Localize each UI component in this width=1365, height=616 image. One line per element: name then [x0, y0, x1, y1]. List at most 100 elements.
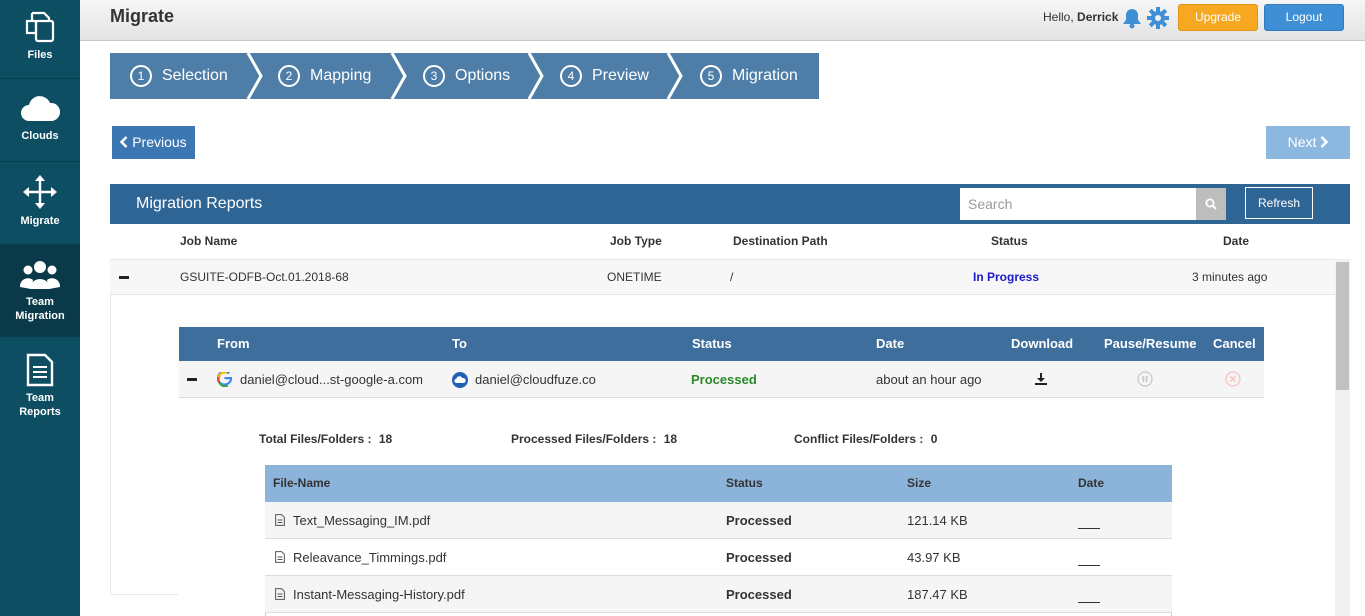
- column-header-download: Download: [1011, 336, 1074, 351]
- sidebar: Files Clouds Migrate Team Migration Team…: [0, 0, 80, 616]
- panel-border: [110, 594, 178, 595]
- step-preview[interactable]: 4 Preview: [560, 53, 649, 99]
- sidebar-item-files[interactable]: Files: [0, 0, 80, 79]
- onedrive-icon: [452, 372, 468, 388]
- sidebar-item-clouds[interactable]: Clouds: [0, 79, 80, 162]
- file-name: Releavance_Timmings.pdf: [293, 550, 447, 565]
- refresh-button[interactable]: Refresh: [1245, 187, 1313, 219]
- step-mapping[interactable]: 2 Mapping: [278, 53, 371, 99]
- column-header-job-type: Job Type: [610, 234, 662, 248]
- migration-from: daniel@cloud...st-google-a.com: [240, 372, 424, 387]
- column-header-status: Status: [692, 336, 732, 351]
- file-name: Text_Messaging_IM.pdf: [293, 513, 431, 528]
- search-button[interactable]: [1196, 188, 1226, 220]
- cancel-icon[interactable]: [1225, 371, 1241, 387]
- team-icon: [20, 261, 60, 289]
- user-greeting: Hello, Derrick: [1043, 10, 1118, 24]
- summary-processed: Processed Files/Folders : 18: [511, 432, 677, 446]
- file-date-empty: [1078, 602, 1100, 603]
- file-icon: [275, 514, 285, 526]
- file-row[interactable]: Instant-Messaging-History.pdf Processed …: [265, 576, 1172, 613]
- file-name: Instant-Messaging-History.pdf: [293, 587, 465, 602]
- next-label: Next: [1287, 134, 1317, 150]
- page-title: Migrate: [110, 6, 175, 26]
- migration-to: daniel@cloudfuze.co: [475, 372, 596, 387]
- file-table-header: File-Name Status Size Date: [265, 465, 1172, 502]
- summary-processed-value: 18: [663, 432, 678, 446]
- step-migration[interactable]: 5 Migration: [700, 53, 798, 99]
- file-status: Processed: [726, 513, 792, 528]
- top-header: Migrate Hello, Derrick Upgrade Logout: [80, 0, 1365, 41]
- step-selection[interactable]: 1 Selection: [130, 53, 228, 99]
- step-label: Selection: [162, 67, 228, 84]
- sidebar-item-label: Migration: [15, 310, 65, 322]
- summary-total-label: Total Files/Folders :: [259, 432, 372, 446]
- column-header-job-name: Job Name: [180, 234, 238, 248]
- migration-date: about an hour ago: [876, 372, 982, 387]
- step-divider-icon: [527, 53, 544, 99]
- step-number: 4: [560, 65, 582, 87]
- file-size: 121.14 KB: [907, 513, 968, 528]
- column-header-date: Date: [1223, 234, 1250, 248]
- migration-table-header: From To Status Date Download Pause/Resum…: [179, 327, 1264, 361]
- summary-total-value: 18: [378, 432, 393, 446]
- files-icon: [25, 11, 55, 43]
- column-header-cancel: Cancel: [1213, 336, 1256, 351]
- sidebar-item-migrate[interactable]: Migrate: [0, 162, 80, 245]
- sidebar-item-label: Clouds: [21, 130, 59, 142]
- column-header-pause-resume: Pause/Resume: [1104, 336, 1197, 351]
- column-header-to: To: [452, 336, 467, 351]
- search-icon: [1205, 198, 1217, 210]
- column-header-date: Date: [1078, 476, 1105, 490]
- step-number: 3: [423, 65, 445, 87]
- step-number: 1: [130, 65, 152, 87]
- column-header-file-name: File-Name: [273, 476, 331, 490]
- step-label: Mapping: [310, 67, 372, 84]
- column-header-date: Date: [876, 336, 905, 351]
- chevron-left-icon: [120, 136, 128, 148]
- sidebar-item-label: Team: [26, 296, 54, 308]
- next-button[interactable]: Next: [1266, 126, 1350, 159]
- file-row[interactable]: Text_Messaging_IM.pdf Processed 121.14 K…: [265, 502, 1172, 539]
- file-size: 43.97 KB: [907, 550, 961, 565]
- sidebar-item-label: Reports: [19, 406, 61, 418]
- search-input[interactable]: [960, 188, 1197, 220]
- wizard-steps: 1 Selection 2 Mapping 3 Options 4 Previe…: [110, 53, 819, 99]
- download-icon[interactable]: [1035, 373, 1047, 385]
- job-destination-path: /: [730, 270, 734, 284]
- file-row[interactable]: Releavance_Timmings.pdf Processed 43.97 …: [265, 539, 1172, 576]
- collapse-icon[interactable]: [119, 276, 129, 279]
- collapse-icon[interactable]: [187, 378, 197, 381]
- step-label: Migration: [732, 67, 798, 84]
- job-row[interactable]: GSUITE-ODFB-Oct.01.2018-68 ONETIME / In …: [110, 259, 1335, 295]
- step-number: 5: [700, 65, 722, 87]
- chevron-right-icon: [1320, 136, 1329, 148]
- job-status: In Progress: [973, 270, 1040, 284]
- column-header-from: From: [217, 336, 250, 351]
- sidebar-item-team-migration[interactable]: Team Migration: [0, 245, 80, 337]
- job-date: 3 minutes ago: [1192, 270, 1268, 284]
- summary-conflict-label: Conflict Files/Folders :: [794, 432, 924, 446]
- reports-title: Migration Reports: [136, 195, 263, 212]
- previous-button[interactable]: Previous: [112, 126, 195, 159]
- step-options[interactable]: 3 Options: [423, 53, 510, 99]
- summary-conflict: Conflict Files/Folders : 0: [794, 432, 937, 446]
- summary-total: Total Files/Folders : 18: [259, 432, 392, 446]
- pause-icon[interactable]: [1137, 371, 1153, 387]
- logout-button[interactable]: Logout: [1264, 4, 1344, 31]
- migration-status: Processed: [691, 372, 757, 387]
- sidebar-item-team-reports[interactable]: Team Reports: [0, 337, 80, 429]
- report-icon: [26, 353, 54, 387]
- summary-processed-label: Processed Files/Folders :: [511, 432, 657, 446]
- migration-row[interactable]: daniel@cloud...st-google-a.com daniel@cl…: [179, 361, 1264, 398]
- greeting-text: Hello,: [1043, 10, 1074, 24]
- step-label: Options: [455, 67, 511, 84]
- gear-icon[interactable]: [1146, 6, 1170, 30]
- scrollbar-thumb[interactable]: [1336, 262, 1349, 390]
- bell-icon[interactable]: [1122, 7, 1142, 29]
- file-size: 187.47 KB: [907, 587, 968, 602]
- google-icon: [217, 372, 232, 387]
- job-name: GSUITE-ODFB-Oct.01.2018-68: [180, 270, 349, 284]
- upgrade-button[interactable]: Upgrade: [1178, 4, 1258, 31]
- column-header-status: Status: [991, 234, 1028, 248]
